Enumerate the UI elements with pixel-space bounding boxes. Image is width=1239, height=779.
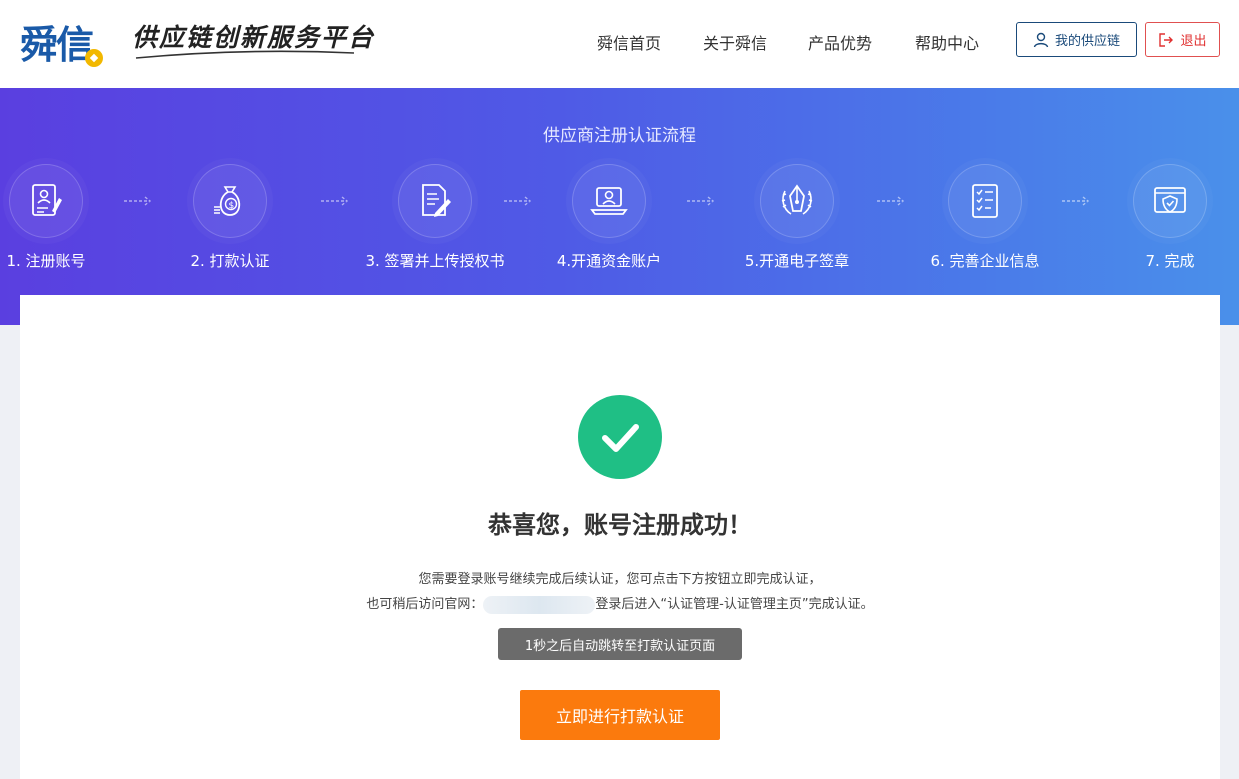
step-arrow-icon	[321, 196, 349, 206]
logout-label: 退出	[1180, 34, 1207, 49]
step-arrow-icon	[877, 196, 905, 206]
step-label: 7. 完成	[1145, 252, 1195, 270]
success-title: 恭喜您，账号注册成功！	[488, 511, 752, 539]
checklist-icon	[972, 184, 998, 218]
step-finish: 7. 完成	[1090, 164, 1239, 271]
step-payment-verification: $ 2. 打款认证	[150, 164, 310, 271]
checkmark-icon	[602, 424, 639, 452]
step-register-account: 1. 注册账号	[0, 164, 126, 271]
step-label: 3. 签署并上传授权书	[365, 252, 505, 270]
success-card: 恭喜您，账号注册成功！ 您需要登录账号继续完成后续认证，您可点击下方按钮立即完成…	[20, 295, 1220, 779]
step-icon-circle	[9, 164, 83, 238]
step-icon-circle	[948, 164, 1022, 238]
step-complete-enterprise-info: 6. 完善企业信息	[905, 164, 1065, 271]
step-icon-circle	[572, 164, 646, 238]
step-open-e-signature: 5.开通电子签章	[717, 164, 877, 271]
logo-coin-icon	[85, 49, 103, 67]
step-label: 2. 打款认证	[190, 252, 270, 270]
step-icon-circle	[1133, 164, 1207, 238]
money-bag-icon: $	[214, 186, 241, 216]
logo[interactable]: 舜信	[20, 14, 94, 69]
sign-document-icon	[422, 184, 451, 217]
step-label: 4.开通资金账户	[556, 252, 662, 270]
logout-icon	[1159, 32, 1174, 47]
top-header: 舜信 供应链创新服务平台 舜信首页 关于舜信 产品优势 帮助中心 我的供应链 退…	[0, 0, 1239, 88]
instruction-prefix: 也可稍后访问官网：	[366, 597, 484, 612]
laptop-account-icon	[590, 187, 628, 215]
step-icon-circle	[398, 164, 472, 238]
redirect-countdown: 1秒之后自动跳转至打款认证页面	[498, 628, 742, 660]
my-supply-chain-label: 我的供应链	[1054, 34, 1120, 49]
step-arrow-icon	[124, 196, 152, 206]
instruction-line-1: 您需要登录账号继续完成后续认证，您可点击下方按钮立即完成认证，	[418, 572, 822, 587]
nav-about[interactable]: 关于舜信	[703, 30, 767, 54]
step-label: 1. 注册账号	[6, 252, 86, 270]
instruction-suffix: 登录后进入“认证管理-认证管理主页”完成认证。	[595, 597, 874, 612]
register-document-icon	[32, 184, 62, 216]
step-open-fund-account: 4.开通资金账户	[529, 164, 689, 271]
success-badge	[578, 395, 662, 479]
process-banner: 供应商注册认证流程 1. 注册账号 $ 2. 打款认证 3. 签署并上传授权书 …	[0, 88, 1239, 325]
step-icon-circle	[760, 164, 834, 238]
nav-advantages[interactable]: 产品优势	[808, 30, 872, 54]
user-icon	[1033, 32, 1049, 47]
slogan-underline-icon	[135, 50, 355, 59]
step-sign-authorization: 3. 签署并上传授权书	[355, 164, 515, 271]
my-supply-chain-button[interactable]: 我的供应链	[1016, 22, 1137, 57]
official-site-link-redacted[interactable]	[483, 595, 596, 614]
pen-seal-icon	[781, 184, 813, 215]
step-icon-circle: $	[193, 164, 267, 238]
slogan: 供应链创新服务平台	[132, 23, 376, 52]
svg-text:$: $	[229, 201, 235, 211]
logout-button[interactable]: 退出	[1145, 22, 1220, 57]
shield-check-icon	[1154, 187, 1186, 213]
step-arrow-icon	[1062, 196, 1090, 206]
banner-title: 供应商注册认证流程	[543, 126, 696, 146]
step-label: 6. 完善企业信息	[930, 252, 1040, 270]
step-arrow-icon	[687, 196, 715, 206]
nav-home[interactable]: 舜信首页	[597, 30, 661, 54]
instruction-line-2: 也可稍后访问官网： 登录后进入“认证管理-认证管理主页”完成认证。	[20, 593, 1220, 614]
step-label: 5.开通电子签章	[744, 252, 850, 270]
nav-help[interactable]: 帮助中心	[915, 30, 979, 54]
start-payment-verification-button[interactable]: 立即进行打款认证	[520, 690, 720, 740]
